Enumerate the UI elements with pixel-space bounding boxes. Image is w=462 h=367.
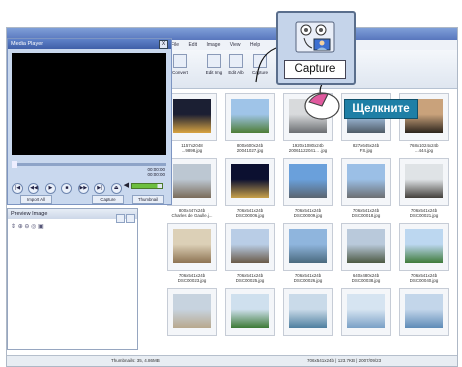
mouse-icon [304,92,340,120]
click-callout: Щелкните [344,99,418,119]
capture-callout: Capture [276,11,356,85]
capture-callout-label: Capture [284,60,346,79]
camera-icon [295,21,335,53]
callout-pointer-lines [255,47,331,109]
